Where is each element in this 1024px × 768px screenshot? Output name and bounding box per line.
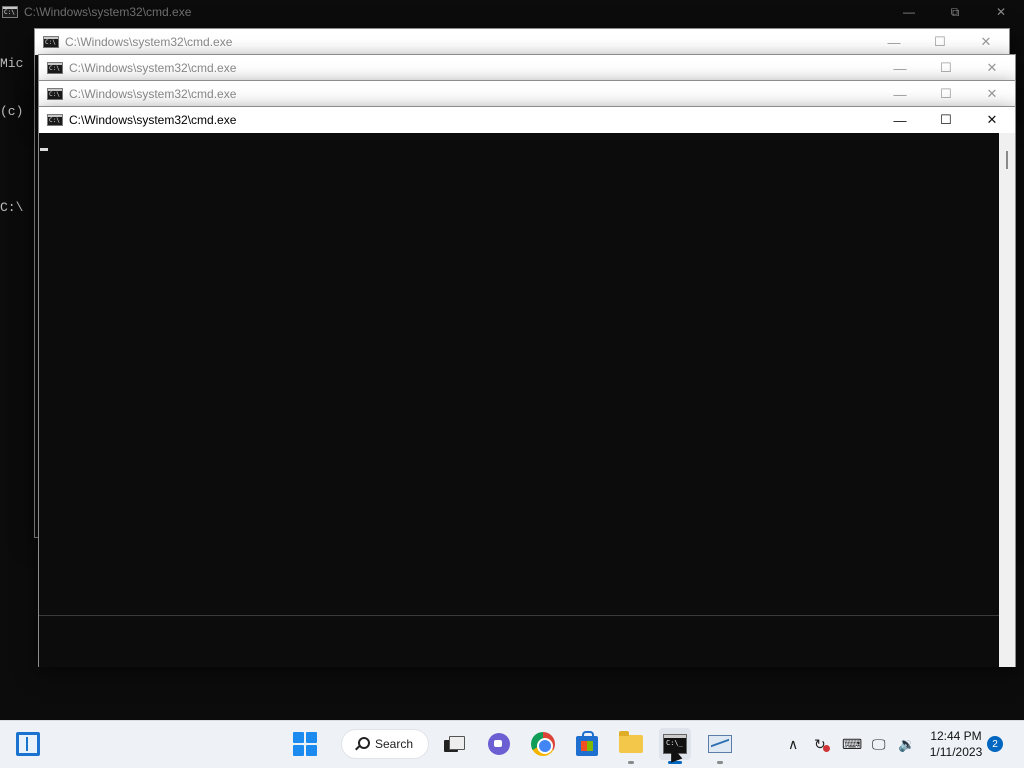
volume-icon: 🔉 bbox=[898, 735, 916, 752]
title-bar[interactable]: C:\Windows\system32\cmd.exe — ☐ ✕ bbox=[39, 81, 1015, 107]
volume-button[interactable]: 🔉 bbox=[898, 720, 918, 768]
minimize-button[interactable]: — bbox=[877, 55, 923, 81]
console-region[interactable] bbox=[39, 615, 1000, 667]
start-button[interactable] bbox=[289, 728, 321, 760]
chat-icon bbox=[488, 733, 510, 755]
window-title: C:\Windows\system32\cmd.exe bbox=[69, 61, 237, 75]
console-area[interactable] bbox=[39, 133, 1015, 667]
title-bar[interactable]: C:\Windows\system32\cmd.exe — ⧉ ✕ bbox=[0, 0, 1024, 24]
close-button[interactable]: ✕ bbox=[978, 0, 1024, 24]
close-button[interactable]: ✕ bbox=[963, 29, 1009, 55]
running-indicator bbox=[717, 761, 723, 764]
maximize-button[interactable]: ☐ bbox=[923, 81, 969, 107]
search-button[interactable]: Search bbox=[341, 729, 429, 759]
chat-button[interactable] bbox=[483, 728, 515, 760]
store-icon bbox=[576, 730, 598, 756]
title-bar[interactable]: C:\Windows\system32\cmd.exe — ☐ ✕ bbox=[39, 55, 1015, 81]
task-view-button[interactable] bbox=[438, 728, 470, 760]
console-output[interactable] bbox=[39, 133, 1000, 615]
title-bar[interactable]: C:\Windows\system32\cmd.exe — ☐ ✕ bbox=[39, 107, 1015, 133]
close-button[interactable]: ✕ bbox=[969, 81, 1015, 107]
vertical-scrollbar[interactable] bbox=[999, 133, 1015, 667]
notification-badge[interactable]: 2 bbox=[987, 736, 1003, 752]
cmd-icon bbox=[2, 6, 18, 18]
network-icon: 🖵 bbox=[872, 735, 886, 752]
window-title: C:\Windows\system32\cmd.exe bbox=[24, 5, 192, 19]
cmd-window-active[interactable]: C:\Windows\system32\cmd.exe — ☐ ✕ bbox=[38, 106, 1016, 667]
chrome-button[interactable] bbox=[527, 728, 559, 760]
file-explorer-icon bbox=[619, 731, 643, 753]
keyboard-icon: ⌨ bbox=[842, 735, 863, 752]
scrollbar-thumb[interactable] bbox=[1006, 151, 1008, 169]
minimize-button[interactable]: — bbox=[877, 107, 923, 133]
search-label: Search bbox=[375, 737, 414, 751]
title-bar[interactable]: C:\Windows\system32\cmd.exe — ☐ ✕ bbox=[35, 29, 1009, 55]
restore-button[interactable]: ⧉ bbox=[932, 0, 978, 24]
widgets-button[interactable] bbox=[12, 728, 44, 760]
task-view-icon bbox=[444, 736, 465, 752]
update-tray-button[interactable]: ↻ bbox=[814, 720, 834, 768]
close-button[interactable]: ✕ bbox=[969, 55, 1015, 81]
performance-monitor-icon bbox=[708, 735, 732, 753]
cmd-icon bbox=[47, 114, 63, 126]
chevron-up-icon: ∧ bbox=[788, 735, 799, 752]
cmd-icon bbox=[47, 88, 63, 100]
minimize-button[interactable]: — bbox=[871, 29, 917, 55]
keyboard-button[interactable]: ⌨ bbox=[842, 720, 862, 768]
clock-date: 1/11/2023 bbox=[929, 745, 983, 759]
text-cursor bbox=[40, 148, 48, 151]
search-icon bbox=[355, 737, 370, 751]
performance-monitor-button[interactable] bbox=[704, 728, 736, 764]
minimize-button[interactable]: — bbox=[886, 0, 932, 24]
chrome-icon bbox=[531, 732, 555, 756]
show-hidden-icons-button[interactable]: ∧ bbox=[788, 720, 808, 768]
window-title: C:\Windows\system32\cmd.exe bbox=[69, 113, 237, 127]
window-title: C:\Windows\system32\cmd.exe bbox=[65, 35, 233, 49]
maximize-button[interactable]: ☐ bbox=[917, 29, 963, 55]
network-button[interactable]: 🖵 bbox=[872, 720, 892, 768]
desktop: C:\Windows\system32\cmd.exe — ⧉ ✕ Mic (c… bbox=[0, 0, 1024, 720]
close-button[interactable]: ✕ bbox=[969, 107, 1015, 133]
maximize-button[interactable]: ☐ bbox=[923, 107, 969, 133]
clock-time: 12:44 PM bbox=[930, 729, 982, 743]
window-title: C:\Windows\system32\cmd.exe bbox=[69, 87, 237, 101]
minimize-button[interactable]: — bbox=[877, 81, 923, 107]
running-indicator bbox=[628, 761, 634, 764]
update-alert-icon bbox=[823, 745, 830, 752]
cmd-icon bbox=[43, 36, 59, 48]
widgets-icon bbox=[16, 732, 40, 756]
cmd-icon bbox=[47, 62, 63, 74]
maximize-button[interactable]: ☐ bbox=[923, 55, 969, 81]
store-button[interactable] bbox=[571, 728, 603, 760]
file-explorer-button[interactable] bbox=[615, 728, 647, 764]
windows-start-icon bbox=[293, 732, 317, 756]
clock[interactable]: 12:44 PM 1/11/2023 bbox=[924, 728, 988, 760]
